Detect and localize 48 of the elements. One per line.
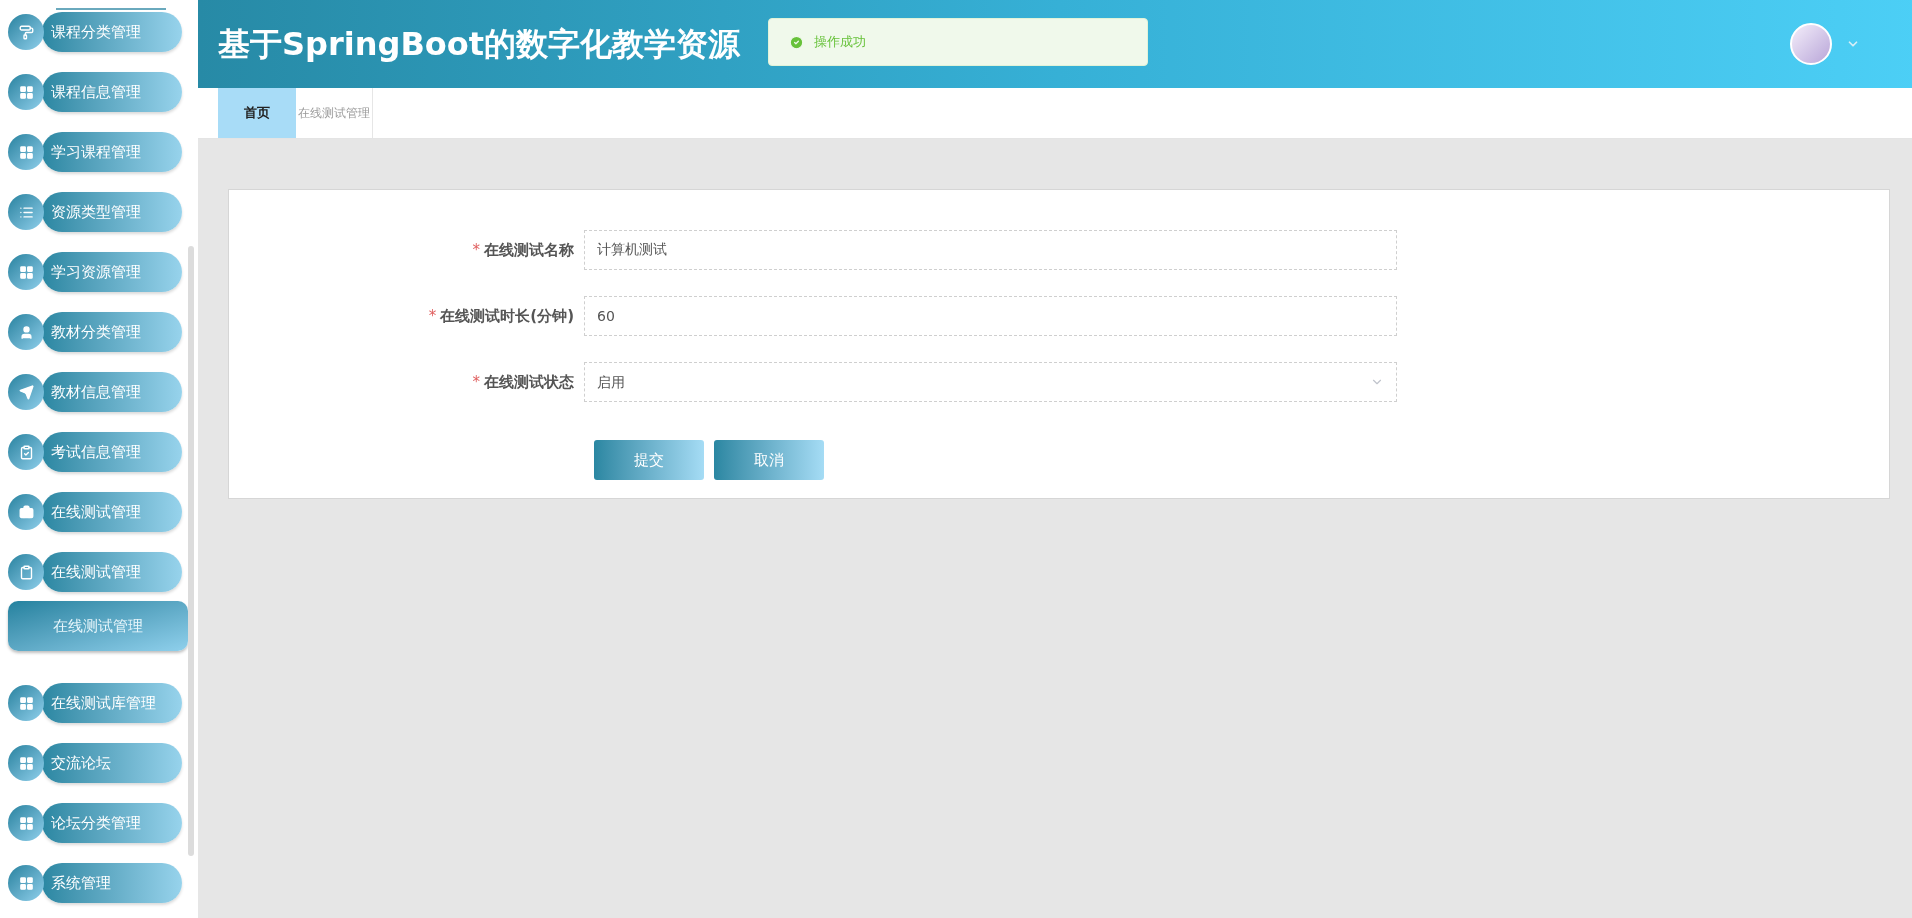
grid-icon [18,264,34,280]
submenu-item[interactable]: 在线测试管理 [8,601,188,651]
avatar[interactable] [1790,23,1832,65]
grid-icon [18,695,34,711]
sidebar-item[interactable]: 在线测试管理 [42,492,182,532]
grid-icon [18,875,34,891]
list-icon [18,204,34,220]
grid-icon [18,84,34,100]
scrollbar[interactable] [188,246,194,856]
input-field[interactable]: 计算机测试 [584,230,1397,270]
grid-icon [18,755,34,771]
sidebar-item[interactable]: 学习资源管理 [42,252,182,292]
sidebar-item[interactable]: 课程分类管理 [42,12,182,52]
sidebar-item[interactable]: 论坛分类管理 [42,803,182,843]
required-mark: * [472,371,480,393]
sidebar-item[interactable]: 交流论坛 [42,743,182,783]
roller-icon [18,24,34,40]
sidebar-item[interactable]: 在线测试库管理 [42,683,182,723]
form-button[interactable]: 取消 [714,440,824,480]
sidebar-item[interactable]: 学习课程管理 [42,132,182,172]
toast-message: 操作成功 [814,33,866,52]
user-icon [18,324,34,340]
sidebar-item[interactable]: 教材分类管理 [42,312,182,352]
select-field[interactable]: 启用 [584,362,1397,402]
sidebar-item[interactable]: 教材信息管理 [42,372,182,412]
grid-icon [18,815,34,831]
required-mark: * [428,305,437,327]
sidebar-item[interactable]: 课程信息管理 [42,72,182,112]
success-icon [789,34,804,50]
tab[interactable]: 在线测试管理 [296,88,373,138]
clipboard-icon [18,564,34,580]
app-title: 基于SpringBoot的数字化教学资源 [218,24,741,65]
sidebar-item[interactable]: 资源类型管理 [42,192,182,232]
tab[interactable]: 首页 [218,88,296,138]
field-label: 在线测试状态 [484,371,574,393]
required-mark: * [472,239,480,261]
sidebar-item[interactable]: 系统管理 [42,863,182,903]
form-button[interactable]: 提交 [594,440,704,480]
briefcase-icon [18,504,34,520]
sidebar-item[interactable]: 考试信息管理 [42,432,182,472]
input-field[interactable]: 60 [584,296,1397,336]
sidebar-item[interactable]: 在线测试管理 [42,552,182,592]
paper-plane-icon [18,384,34,400]
select-value: 启用 [597,372,625,392]
clipboard-check-icon [18,444,34,460]
grid-icon [18,144,34,160]
field-label: 在线测试名称 [484,239,574,261]
field-label: 在线测试时长(分钟) [440,305,574,327]
